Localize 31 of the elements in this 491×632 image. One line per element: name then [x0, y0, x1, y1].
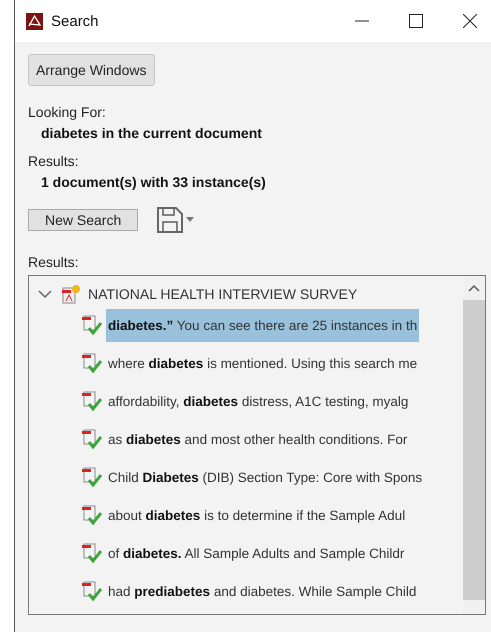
document-check-icon: [81, 466, 103, 488]
search-result[interactable]: affordability, diabetes distress, A1C testing, myalg: [106, 384, 410, 418]
document-check-icon: [81, 390, 103, 412]
document-check-icon: [81, 314, 103, 336]
chevron-icon[interactable]: [38, 289, 52, 299]
close-icon[interactable]: [463, 14, 477, 28]
search-result[interactable]: where diabetes is mentioned. Using this search me: [106, 346, 420, 380]
document-check-icon: [81, 542, 103, 564]
arrange-windows-button[interactable]: Arrange Windows: [28, 54, 154, 86]
document-check-icon: [81, 352, 103, 374]
document-icon: [62, 284, 80, 304]
search-result[interactable]: diabetes.” You can see there are 25 instances in th: [106, 308, 420, 342]
search-result[interactable]: had prediabetes and diabetes. While Sample Child: [106, 574, 418, 608]
search-result[interactable]: Child Diabetes (DIB) Section Type: Core with Spons: [106, 460, 424, 494]
search-result[interactable]: of diabetes. All Sample Adults and Sample Childr: [106, 536, 406, 570]
results-summary: 1 document(s) with 33 instance(s): [41, 174, 266, 190]
app-logo-icon: [26, 12, 43, 30]
document-title[interactable]: NATIONAL HEALTH INTERVIEW SURVEY: [88, 286, 358, 302]
document-check-icon: [81, 504, 103, 526]
document-check-icon: [81, 580, 103, 602]
new-search-button[interactable]: New Search: [28, 209, 138, 231]
search-result[interactable]: as diabetes and most other health conditions. For: [106, 422, 410, 456]
search-term: diabetes in the current document: [41, 125, 262, 141]
results-list-label: Results:: [28, 254, 79, 270]
results-label: Results:: [28, 153, 79, 169]
looking-for-label: Looking For:: [28, 104, 106, 120]
maximize-icon[interactable]: [409, 14, 423, 28]
search-result[interactable]: about diabetes is to determine if the Sample Adul: [106, 498, 408, 532]
scroll-up-icon[interactable]: [468, 284, 480, 292]
document-check-icon: [81, 428, 103, 450]
window-title: Search: [51, 12, 99, 30]
